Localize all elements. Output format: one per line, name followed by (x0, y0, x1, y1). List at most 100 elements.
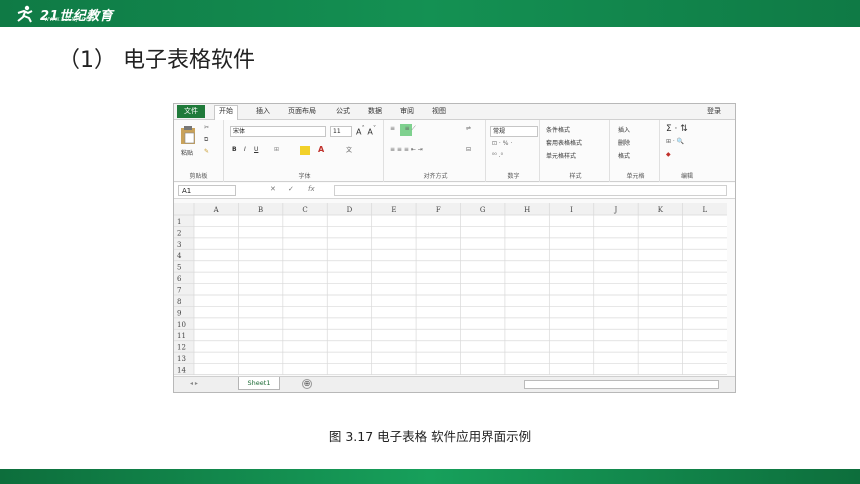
column-header-label: B (258, 206, 263, 214)
tab-data[interactable]: 数据 (368, 106, 382, 116)
styles-group: 条件格式 套用表格格式 单元格样式 样式 (542, 120, 610, 182)
tab-insert[interactable]: 插入 (256, 106, 270, 116)
group-label-cells: 单元格 (626, 173, 645, 180)
ribbon: 粘贴 ✂ ⧉ ✎ 剪贴板 宋体 11 Aˆ Aˇ B I U ⊞ A 文 字体 … (174, 120, 735, 182)
cells-group: 插入 删除 格式 单元格 (612, 120, 660, 182)
percent-icon[interactable]: ⊡ · % · (492, 140, 512, 147)
conditional-format-button[interactable]: 条件格式 (546, 125, 570, 134)
tab-formulas[interactable]: 公式 (336, 106, 350, 116)
align-icons-row2[interactable]: ≡ ≡ ≡ ⇤ ⇥ (390, 146, 423, 153)
column-header-label: K (658, 206, 664, 214)
tab-review[interactable]: 审阅 (400, 106, 414, 116)
column-header-label: L (702, 206, 707, 214)
cell-style-button[interactable]: 单元格样式 (546, 151, 576, 160)
font-size-select[interactable]: 11 (330, 126, 352, 137)
row-header-label: 8 (177, 298, 181, 306)
add-sheet-icon[interactable]: ⊕ (302, 379, 312, 389)
insert-cells-button[interactable]: 插入 (618, 125, 630, 134)
column-header-label: J (614, 206, 618, 214)
bold-icon[interactable]: B (232, 146, 237, 153)
cut-icon[interactable]: ✂ (204, 124, 209, 131)
column-header-label: D (347, 206, 353, 214)
confirm-icon[interactable]: ✓ (288, 185, 294, 193)
name-box[interactable]: A1 (178, 185, 236, 196)
paste-label: 粘贴 (181, 150, 194, 157)
header-bar: 21世纪教育 WWW.21CNJY.COM (0, 0, 860, 27)
tab-home[interactable]: 开始 (214, 105, 238, 120)
fill-icon[interactable]: ⊞ · 🔍 (666, 138, 684, 145)
wrap-text-icon[interactable]: ⇌ (466, 125, 471, 132)
row-header-label: 1 (177, 218, 181, 226)
border-icon[interactable]: ⊞ (274, 146, 279, 153)
group-label-number: 数字 (507, 173, 520, 180)
sheet-nav-icon[interactable]: ◂ ▸ (190, 380, 198, 387)
editing-group: Σ · ⇅ ⊞ · 🔍 ◆ 编辑 (662, 120, 712, 182)
cancel-icon[interactable]: ✕ (270, 185, 276, 193)
group-label-editing: 编辑 (680, 173, 693, 180)
copy-icon[interactable]: ⧉ (204, 136, 208, 144)
figure-caption: 图 3.17 电子表格 软件应用界面示例 (328, 429, 532, 444)
paste-icon[interactable] (180, 125, 196, 145)
format-painter-icon[interactable]: ✎ (204, 148, 209, 155)
worksheet-grid[interactable]: A B C D E F G H I J K L1234567891011121314 (174, 203, 727, 375)
italic-icon[interactable]: I (244, 146, 246, 153)
excel-screenshot: 文件 开始 插入 页面布局 公式 数据 审阅 视图 登录 粘贴 ✂ ⧉ ✎ 剪贴… (173, 103, 736, 393)
delete-cells-button[interactable]: 删除 (618, 138, 630, 147)
row-header-label: 4 (177, 252, 182, 260)
tab-file[interactable]: 文件 (177, 105, 205, 118)
page-title: （1） 电子表格软件 (58, 48, 255, 73)
row-header-label: 10 (177, 321, 186, 329)
row-header-label: 2 (177, 229, 181, 237)
font-color-icon[interactable]: A (318, 145, 324, 154)
formula-bar: A1 ✕ ✓ fx (174, 183, 735, 199)
underline-icon[interactable]: U (254, 146, 258, 153)
row-header-label: 6 (177, 275, 182, 283)
group-label-alignment: 对齐方式 (423, 173, 448, 180)
column-header-label: G (480, 206, 486, 214)
brand-url: WWW.21CNJY.COM (44, 17, 95, 23)
phonetic-icon[interactable]: 文 (346, 145, 352, 154)
fx-icon[interactable]: fx (308, 185, 315, 193)
column-header-label: A (213, 206, 220, 214)
footer-bar (0, 469, 860, 484)
font-name-select[interactable]: 宋体 (230, 126, 326, 137)
format-cells-button[interactable]: 格式 (618, 151, 630, 160)
grow-font-icon[interactable]: Aˆ Aˇ (356, 125, 376, 137)
runner-logo-icon (17, 5, 33, 23)
row-header-label: 9 (177, 309, 181, 317)
number-format-select[interactable]: 常规 (490, 126, 538, 137)
font-group: 宋体 11 Aˆ Aˇ B I U ⊞ A 文 字体 (226, 120, 384, 182)
decimal-icon[interactable]: ⁰⁰ .⁰ (492, 152, 503, 159)
autosum-icon[interactable]: Σ · ⇅ (666, 124, 688, 134)
horizontal-scrollbar[interactable] (524, 380, 719, 389)
row-header-label: 5 (177, 264, 181, 272)
row-header-label: 14 (177, 367, 186, 375)
login-link[interactable]: 登录 (707, 106, 721, 116)
tab-page-layout[interactable]: 页面布局 (288, 106, 316, 116)
column-header-strip (174, 203, 727, 215)
ribbon-tabs: 文件 开始 插入 页面布局 公式 数据 审阅 视图 登录 (174, 104, 735, 120)
column-header-label: E (391, 206, 396, 214)
column-header-label: I (570, 206, 573, 214)
sheet-tab-sheet1[interactable]: Sheet1 (238, 377, 280, 390)
row-header-label: 12 (177, 344, 186, 352)
column-header-label: C (302, 206, 307, 214)
clipboard-group: 粘贴 ✂ ⧉ ✎ 剪贴板 (174, 120, 224, 182)
row-header-label: 13 (177, 355, 186, 363)
row-header-label: 11 (177, 332, 186, 340)
group-label-clipboard: 剪贴板 (189, 173, 208, 180)
clear-icon[interactable]: ◆ (666, 151, 671, 158)
column-header-label: F (436, 206, 441, 214)
merge-icon[interactable]: ⊟ (466, 146, 471, 153)
group-label-styles: 样式 (569, 173, 582, 180)
row-header-label: 3 (177, 241, 181, 249)
number-group: 常规 ⊡ · % · ⁰⁰ .⁰ 数字 (488, 120, 540, 182)
formula-input[interactable] (334, 185, 727, 196)
align-icons-row1[interactable]: ≡ ≡ ⟋ (390, 125, 416, 133)
grid-background (174, 203, 727, 375)
tab-view[interactable]: 视图 (432, 106, 446, 116)
column-header-label: H (524, 206, 530, 214)
fill-color-icon[interactable] (300, 146, 310, 155)
table-format-button[interactable]: 套用表格格式 (546, 138, 582, 147)
alignment-group: ≡ ≡ ⟋ ≡ ≡ ≡ ⇤ ⇥ ⇌ ⊟ 对齐方式 (386, 120, 486, 182)
